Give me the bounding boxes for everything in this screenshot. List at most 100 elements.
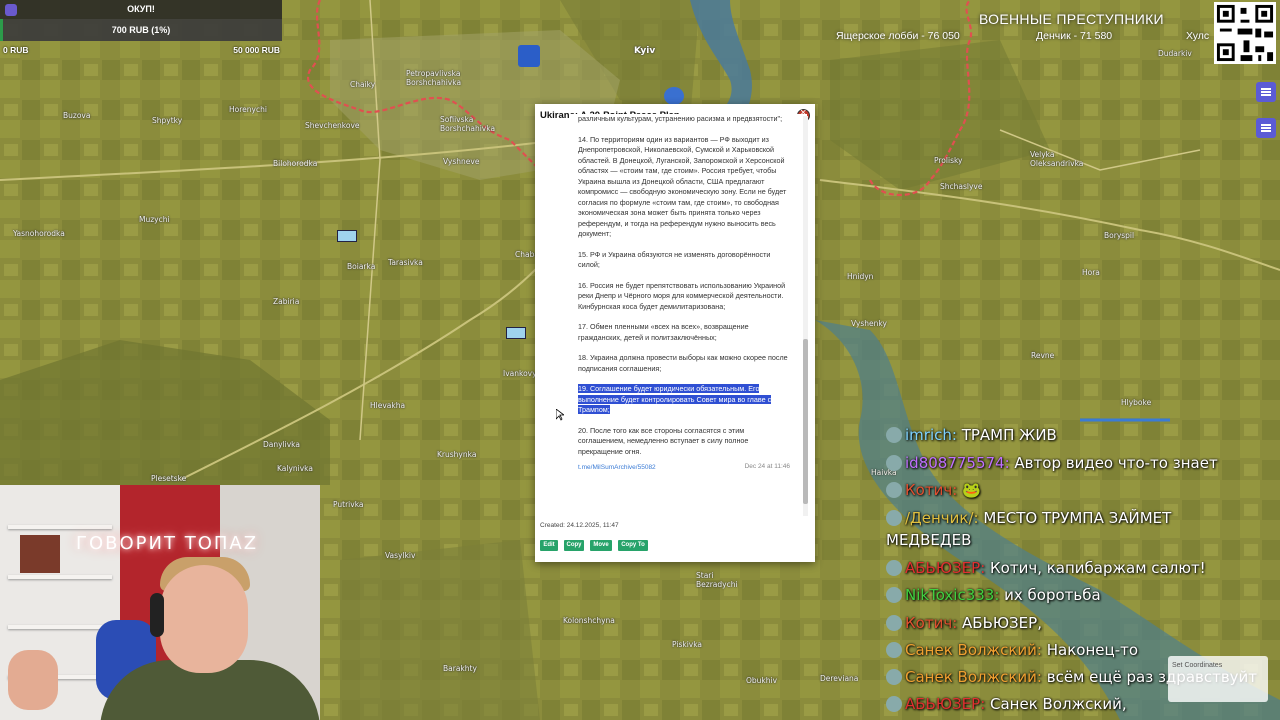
chat-username[interactable]: Санек Волжский [905,668,1037,686]
goal-max: 50 000 RUB [233,45,280,55]
map-label-dudarkiv: Dudarkiv [1158,49,1192,58]
map-label-danylivka: Danylivka [263,440,300,449]
map-marker-avatar[interactable] [518,45,540,67]
message-popup: Ukirane: A 20-Point Peace Plan различным… [535,104,815,562]
chat-username[interactable]: /Денчик/ [905,509,974,527]
map-label-piskivka: Piskivka [672,640,703,649]
chat-username[interactable]: Санек Волжский [905,641,1037,659]
chat-text: Автор видео что-то знает [1014,454,1218,472]
created-timestamp: Created: 24.12.2025, 11:47 [540,522,619,529]
copy-button[interactable]: Copy [564,540,584,551]
message-paragraph: 16. Россия не будет препятствовать испол… [578,280,786,311]
map-label-chaiky: Chaiky [350,80,376,89]
map-label-zabiria: Zabiria [273,297,300,306]
message-paragraph: различным культурам, устранению расизма … [578,114,783,123]
set-coordinates-panel[interactable]: Set Coordinates [1168,656,1268,702]
map-marker-avatar[interactable] [664,87,684,105]
chat-username[interactable]: imrich [905,426,952,444]
edit-button[interactable]: Edit [540,540,558,551]
chat-text: Наконец-то [1046,641,1139,659]
chat-username[interactable]: NikToxic333 [905,586,994,604]
map-label-boryspil: Boryspil [1104,231,1135,240]
map-label-vyshneve: Vyshneve [443,157,480,166]
chat-username[interactable]: Котич [905,481,952,499]
chat-text: ТРАМП ЖИВ [961,426,1057,444]
chat-text: МЕДВЕДЕВ [886,531,972,549]
chat-avatar [886,642,902,658]
chat-avatar [886,669,902,685]
map-label-hlevakha: Hlevakha [370,401,406,410]
chat-message: МЕДВЕДЕВ [886,531,971,549]
map-label-hnidyn: Hnidyn [847,272,874,281]
message-paragraph-highlighted: 19. Соглашение будет юридически обязател… [578,384,790,416]
chat-message: /Денчик/: МЕСТО ТРУМПА ЗАЙМЕТ [886,509,1171,527]
side-menu-button[interactable] [1256,82,1276,102]
chat-message: NikToxic333: их боротьба [886,586,1101,604]
chat-avatar [886,510,902,526]
map-label-krushynka: Krushynka [437,450,477,459]
map-label-hora: Hora [1082,268,1100,277]
chat-separator: : [994,586,1005,604]
map-label-plesetske: Plesetske [151,474,187,483]
chat-text: Санек Волжский, [990,695,1127,713]
highlighted-text: 19. Соглашение будет юридически обязател… [578,384,772,414]
message-date: Dec 24 at 11:46 [744,463,790,470]
move-button[interactable]: Move [590,540,612,551]
chat-message: АБЬЮЗЕР: Котич, капибаржам салют! [886,559,1206,577]
map-label-sofiivska: Sofiivska Borshchahivka [440,115,496,133]
chat-text: МЕСТО ТРУМПА ЗАЙМЕТ [983,509,1172,527]
copy-to-button[interactable]: Copy To [618,540,648,551]
map-label-hlyboke: Hlyboke [1121,398,1152,407]
chat-avatar [886,482,902,498]
goal-title: ОКУП! [127,4,155,14]
webcam-feed: ГОВОРИТ ТОПАZ [0,485,320,720]
map-label-tarasivka: Tarasivka [388,258,423,267]
map-marker-unit[interactable] [337,230,357,242]
map-label-shchaslyve: Shchaslyve [940,182,983,191]
map-label-vyshenky: Vyshenky [851,319,887,328]
books [20,535,60,573]
chat-separator: : [951,426,962,444]
map-label-shpytky: Shpytky [152,116,183,125]
chat-message: id808775574: Автор видео что-то знает [886,454,1218,472]
scrollbar-thumb[interactable] [803,339,808,504]
chat-avatar [886,696,902,712]
chat-message: Котич: АБЬЮЗЕР, [886,614,1042,632]
message-link[interactable]: t.me/MilSumArchive/55082 [578,464,656,471]
map-label-obukhiv: Obukhiv [746,676,778,685]
side-list-button[interactable] [1256,118,1276,138]
map-label-prolisky: Prolisky [934,156,963,165]
map-label-boiarka: Boiarka [347,262,376,271]
chat-username[interactable]: АБЬЮЗЕР [905,559,980,577]
chat-username[interactable]: АБЬЮЗЕР [905,695,980,713]
map-label-shevchenkove: Shevchenkove [305,121,360,130]
chat-separator: : [1004,454,1015,472]
map-label-petropavlivska: Petropavlivska Borshchahivka [406,69,462,87]
chat-message: imrich: ТРАМП ЖИВ [886,426,1057,444]
neon-sign: ГОВОРИТ ТОПАZ [76,533,259,554]
chat-separator: : [952,481,963,499]
map-label-muzychi: Muzychi [139,215,170,224]
map-label-vasylkiv: Vasylkiv [385,551,416,560]
message-paragraph: 20. После того как все стороны согласятс… [578,425,749,456]
map-label-kalynivka: Kalynivka [277,464,313,473]
chat-avatar [886,615,902,631]
chat-text: АБЬЮЗЕР, [962,614,1042,632]
map-label-bilohorodka: Bilohorodka [273,159,318,168]
message-body[interactable]: различным культурам, устранению расизма … [569,114,807,516]
map-label-barakhty: Barakhty [443,664,477,673]
map-label-velyka: Velyka Oleksandrivka [1030,150,1084,168]
chat-separator: : [1036,641,1047,659]
set-coordinates-label: Set Coordinates [1172,662,1223,669]
qr-code-icon [1214,2,1276,64]
map-label-dereviana: Dereviana [820,674,859,683]
map-label-kyiv: Kyiv [634,46,656,56]
chat-username[interactable]: id808775574 [905,454,1005,472]
chat-separator: : [973,509,984,527]
map-marker-unit[interactable] [506,327,526,339]
ranking-item: Ящерское лобби - 76 050 [836,30,960,42]
chat-separator: : [980,559,991,577]
chat-username[interactable]: Котич [905,614,952,632]
goal-min: 0 RUB [3,45,29,55]
chat-avatar [886,455,902,471]
